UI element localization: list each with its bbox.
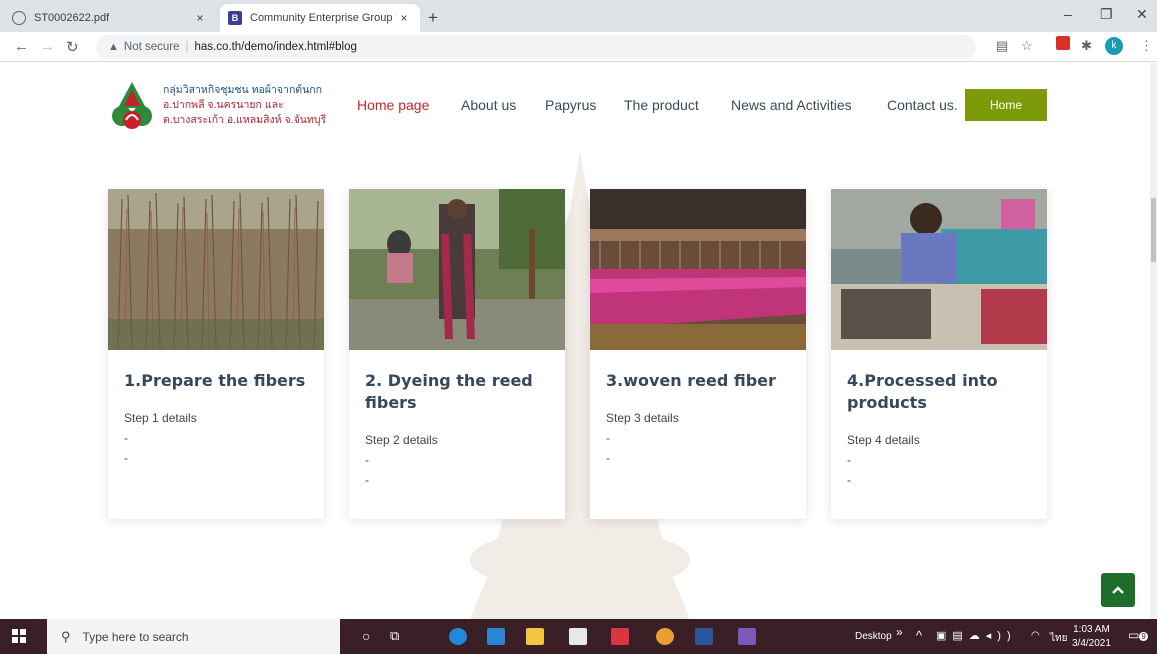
step-line: -	[606, 431, 610, 445]
system-clock[interactable]: 1:03 AM 3/4/2021	[1072, 623, 1111, 651]
nav-about-us[interactable]: About us	[461, 97, 516, 113]
step-card-body: Step 2 details - -	[365, 430, 555, 490]
blogger-icon: B	[228, 11, 242, 25]
reed-field-photo	[108, 189, 324, 350]
step-card-title: 4.Processed into products	[847, 371, 998, 412]
restore-icon[interactable]: ❐	[1100, 6, 1113, 23]
step-card-body: Step 4 details - -	[847, 430, 1037, 490]
new-tab-button[interactable]: +	[428, 8, 438, 28]
search-icon: ⚲	[61, 628, 71, 644]
nav-contact-us[interactable]: Contact us.	[887, 97, 958, 113]
chevron-up-icon[interactable]: ^	[916, 628, 922, 643]
language-indicator[interactable]: ไทย	[1050, 631, 1067, 646]
step-details: Step 3 details	[606, 411, 679, 425]
extensions-puzzle-icon[interactable]: ✱	[1081, 38, 1092, 54]
address-input[interactable]: ▲ Not secure | has.co.th/demo/index.html…	[96, 35, 976, 59]
store-icon[interactable]	[569, 628, 587, 645]
step-line: -	[847, 453, 851, 467]
page-scrollbar[interactable]	[1150, 63, 1157, 619]
address-bar-row: ← → ↻ ▲ Not secure | has.co.th/demo/inde…	[0, 32, 1157, 62]
task-view-icon[interactable]: ⧉	[390, 628, 399, 644]
tab-title: Community Enterprise Group We	[250, 12, 396, 24]
nav-the-product[interactable]: The product	[624, 97, 699, 113]
translate-icon[interactable]: ▤	[996, 38, 1008, 54]
page-scrollbar-thumb[interactable]	[1151, 198, 1156, 262]
cortana-icon[interactable]: ○	[362, 628, 370, 644]
step-line: -	[606, 451, 610, 465]
bookmark-star-icon[interactable]: ☆	[1021, 38, 1033, 54]
chrome-icon[interactable]	[656, 628, 674, 645]
edge-icon[interactable]	[449, 628, 467, 645]
tab-title: ST0002622.pdf	[34, 12, 110, 24]
home-button[interactable]: Home	[965, 89, 1047, 121]
wifi-icon[interactable]: ◠	[1031, 630, 1040, 641]
url-text: has.co.th/demo/index.html#blog	[194, 41, 357, 53]
profile-avatar[interactable]: k	[1105, 37, 1123, 55]
clock-time: 1:03 AM	[1073, 624, 1110, 635]
logo-line-3: ต.บางสระเก้า อ.แหลมสิงห์ จ.จันทบุรี	[163, 114, 327, 126]
step-card-1[interactable]: 1.Prepare the fibers Step 1 details - -	[108, 189, 324, 519]
close-window-icon[interactable]: ✕	[1136, 6, 1148, 23]
browser-tab-strip: ST0002622.pdf × B Community Enterprise G…	[0, 0, 1157, 32]
step-card-2[interactable]: 2. Dyeing the reed fibers Step 2 details…	[349, 189, 565, 519]
close-tab-icon[interactable]: ×	[396, 11, 412, 25]
step-card-body: Step 3 details - -	[606, 408, 796, 468]
step-line: -	[847, 473, 851, 487]
keyboard-app-icon[interactable]	[738, 628, 756, 645]
mail-icon[interactable]	[487, 628, 505, 645]
step-line: -	[365, 453, 369, 467]
back-icon[interactable]: ←	[14, 38, 29, 55]
step-card-body: Step 1 details - -	[124, 408, 314, 468]
gift-icon[interactable]	[611, 628, 629, 645]
desktop-toolbar-label[interactable]: Desktop	[855, 631, 892, 642]
forward-icon[interactable]: →	[40, 38, 55, 55]
nav-home-page[interactable]: Home page	[357, 97, 429, 113]
step-line: -	[124, 451, 128, 465]
sewing-photo	[831, 189, 1047, 350]
minimize-icon[interactable]: –	[1064, 6, 1072, 22]
warning-icon: ▲	[108, 41, 119, 53]
step-details: Step 4 details	[847, 433, 920, 447]
step-details: Step 1 details	[124, 411, 197, 425]
step-card-title: 1.Prepare the fibers	[124, 371, 306, 390]
logo-line-2: อ.ปากพลี จ.นครนายก และ	[163, 99, 284, 111]
browser-tab-community[interactable]: B Community Enterprise Group We ×	[220, 4, 420, 32]
step-card-title: 3.woven reed fiber	[606, 371, 776, 390]
community-logo-icon[interactable]	[108, 80, 156, 132]
windows-taskbar: ⚲ Type here to search ○ ⧉ Desktop » ^ ▣▤…	[0, 619, 1157, 654]
file-explorer-icon[interactable]	[526, 628, 544, 645]
nav-news-activities[interactable]: News and Activities	[731, 97, 852, 113]
logo-line-1: กลุ่มวิสาหกิจชุมชน ทอผ้าจากต้นกก	[163, 84, 323, 96]
search-placeholder: Type here to search	[82, 629, 189, 644]
browser-tab-pdf[interactable]: ST0002622.pdf ×	[4, 4, 216, 32]
toolbar-expand-icon[interactable]: »	[896, 625, 903, 639]
step-card-3[interactable]: 3.woven reed fiber Step 3 details - -	[590, 189, 806, 519]
dyeing-photo	[349, 189, 565, 350]
security-label: Not secure	[123, 41, 180, 53]
back-to-top-button[interactable]	[1101, 573, 1135, 607]
step-line: -	[124, 431, 128, 445]
step-card-title: 2. Dyeing the reed fibers	[365, 371, 533, 412]
step-line: -	[365, 473, 369, 487]
step-card-4[interactable]: 4.Processed into products Step 4 details…	[831, 189, 1047, 519]
notification-icon[interactable]: ▭ 9	[1128, 628, 1148, 642]
windows-start-icon[interactable]	[12, 629, 26, 643]
nav-papyrus[interactable]: Papyrus	[545, 97, 596, 113]
taskbar-search-input[interactable]: ⚲ Type here to search	[47, 619, 340, 654]
notification-count: 9	[1139, 632, 1148, 641]
close-tab-icon[interactable]: ×	[192, 11, 208, 25]
reload-icon[interactable]: ↻	[66, 38, 79, 56]
step-details: Step 2 details	[365, 433, 438, 447]
clock-date: 3/4/2021	[1072, 638, 1111, 649]
chevron-up-icon	[1112, 586, 1124, 594]
loom-photo	[590, 189, 806, 350]
menu-kebab-icon[interactable]: ⋮	[1140, 38, 1153, 54]
globe-icon	[12, 11, 26, 25]
tray-icons[interactable]: ▣▤☁◂))	[936, 629, 1017, 642]
logo-text: กลุ่มวิสาหกิจชุมชน ทอผ้าจากต้นกก อ.ปากพล…	[163, 83, 353, 128]
word-icon[interactable]	[695, 628, 713, 645]
pdf-extension-icon[interactable]	[1056, 36, 1070, 50]
